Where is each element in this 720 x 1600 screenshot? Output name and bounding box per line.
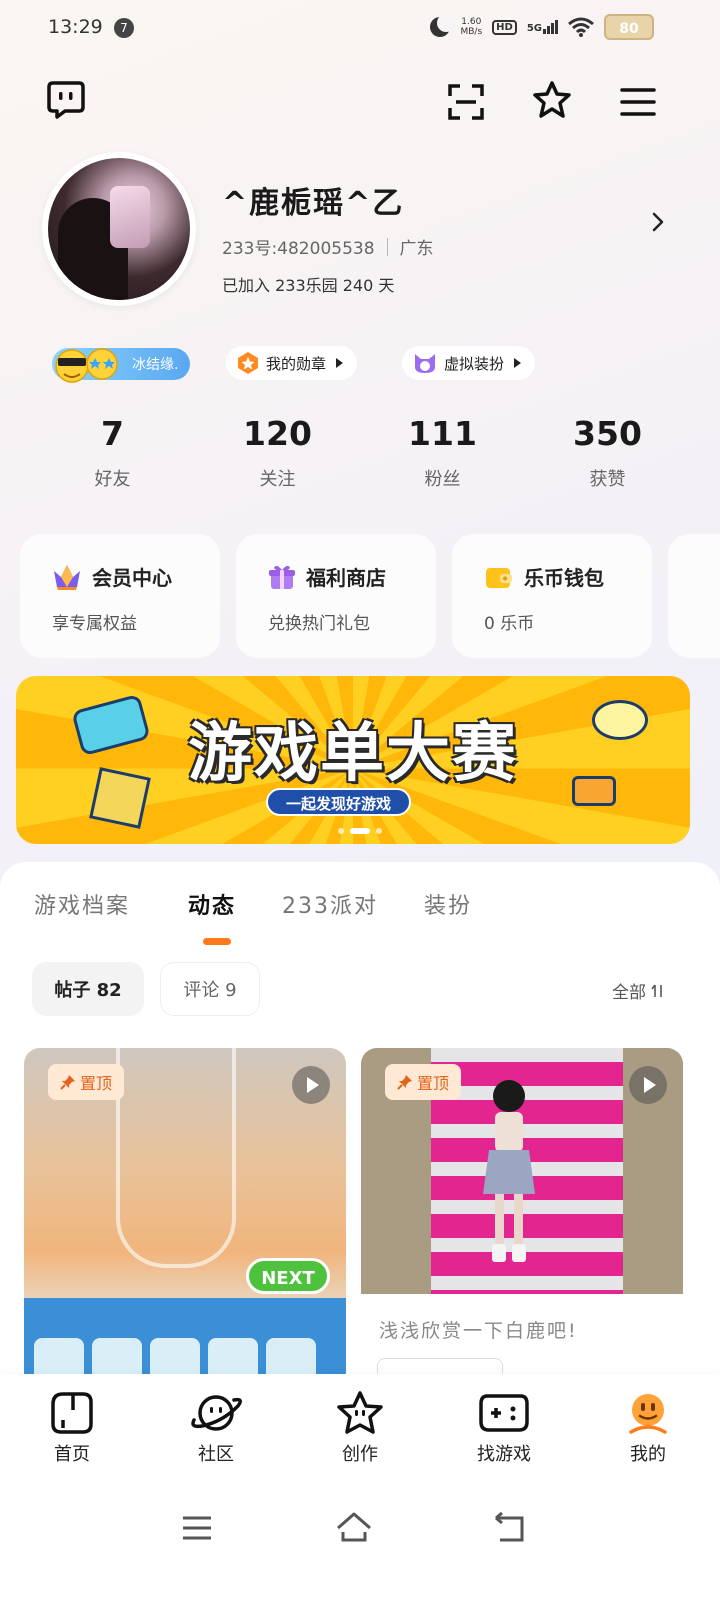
recents-menu-icon[interactable] <box>180 1514 214 1542</box>
cat-outfit-icon <box>415 354 435 373</box>
badge-medal-icon <box>238 352 258 374</box>
status-time: 13:29 <box>48 16 103 38</box>
avatar-image <box>48 158 190 300</box>
net-speed: 1.60 MB/s <box>460 17 483 37</box>
star-icon <box>337 1391 383 1434</box>
filter-posts[interactable]: 帖子 82 <box>32 962 144 1016</box>
stat-likes[interactable]: 350 获赞 <box>525 414 690 491</box>
bottom-nav: 首页 社区 创作 找游戏 我的 <box>0 1374 720 1492</box>
nav-mine[interactable]: 我的 <box>576 1374 720 1492</box>
play-video-icon[interactable] <box>629 1066 667 1104</box>
avatar[interactable] <box>42 152 196 306</box>
pinned-badge: 置顶 <box>385 1064 462 1100</box>
stat-friends[interactable]: 7 好友 <box>30 414 195 491</box>
stat-following[interactable]: 120 关注 <box>195 414 360 491</box>
profile-icon <box>629 1394 667 1434</box>
filter-comments[interactable]: 评论 9 <box>160 962 260 1016</box>
tab-activity[interactable]: 动态 <box>188 888 236 920</box>
active-tab-indicator <box>203 938 231 945</box>
character-figure <box>483 1080 535 1262</box>
home-icon <box>51 1392 93 1434</box>
promo-banner[interactable]: 游戏单大赛 一起发现好游戏 <box>16 676 690 844</box>
battery-indicator: 80 <box>604 14 654 40</box>
scan-icon[interactable] <box>444 80 488 124</box>
nav-create[interactable]: 创作 <box>288 1374 432 1492</box>
nav-find-games[interactable]: 找游戏 <box>432 1374 576 1492</box>
pinned-badge: 置顶 <box>48 1064 125 1100</box>
nav-home[interactable]: 首页 <box>0 1374 144 1492</box>
status-bar: 13:29 7 1.60 MB/s HD 5G 80 <box>0 0 720 56</box>
pin-icon <box>397 1075 412 1090</box>
pin-icon <box>60 1075 75 1090</box>
stat-fans[interactable]: 111 粉丝 <box>360 414 525 491</box>
stats-row: 7 好友 120 关注 111 粉丝 350 获赞 <box>30 414 690 491</box>
tab-outfit[interactable]: 装扮 <box>424 888 472 920</box>
menu-icon[interactable] <box>616 80 660 124</box>
tab-233-party[interactable]: 233派对 <box>282 888 378 920</box>
gamepad-icon <box>479 1394 529 1432</box>
user-region: 广东 <box>399 239 434 259</box>
favorites-star-icon[interactable] <box>530 78 574 122</box>
joined-days: 已加入 233乐园 240 天 <box>222 276 395 295</box>
post-thumbnail: 置顶 <box>361 1048 683 1294</box>
home-button-icon[interactable] <box>334 1510 374 1544</box>
wifi-icon <box>568 17 594 37</box>
user-id: 233号:482005538 <box>222 239 375 259</box>
back-icon[interactable] <box>492 1512 528 1544</box>
sort-all-dropdown[interactable]: 全部 <box>612 978 666 1003</box>
do-not-disturb-icon <box>430 14 456 37</box>
member-center-card[interactable]: 会员中心 享专属权益 <box>20 534 220 658</box>
signal-icon: 5G <box>527 20 558 34</box>
more-card-partial[interactable] <box>668 534 720 658</box>
my-badges-chip[interactable]: 我的勋章 <box>226 346 358 380</box>
gift-icon <box>269 565 295 589</box>
post-text: 浅浅欣赏一下白鹿吧! <box>379 1320 578 1342</box>
system-nav-bar <box>0 1492 720 1600</box>
emoji-sunglasses-icon <box>55 348 118 383</box>
coin-wallet-card[interactable]: 乐币钱包 0 乐币 <box>452 534 652 658</box>
chevron-right-icon[interactable] <box>646 210 670 234</box>
guild-name: 冰结缘. <box>132 357 179 373</box>
notification-count-badge: 7 <box>114 18 134 38</box>
planet-icon <box>191 1395 242 1431</box>
messages-icon[interactable] <box>44 78 88 122</box>
wallet-icon <box>486 567 512 588</box>
welfare-store-card[interactable]: 福利商店 兑换热门礼包 <box>236 534 436 658</box>
banner-subtitle: 一起发现好游戏 <box>266 788 412 816</box>
play-arrow-icon <box>336 358 344 368</box>
virtual-outfit-chip[interactable]: 虚拟装扮 <box>402 346 536 380</box>
banner-pagination <box>338 828 382 834</box>
user-id-row: 233号:482005538 广东 <box>222 234 434 259</box>
glass-thumbnail-shape <box>116 1048 236 1268</box>
feed-card-post[interactable]: 置顶 浅浅欣赏一下白鹿吧! <box>361 1048 683 1388</box>
tab-game-archive[interactable]: 游戏档案 <box>34 888 130 920</box>
nav-community[interactable]: 社区 <box>144 1374 288 1492</box>
sort-icon <box>651 984 662 997</box>
next-overlay-label: NEXT <box>246 1258 330 1294</box>
crown-icon <box>54 564 80 590</box>
feed-card-video[interactable]: 置顶 NEXT <box>24 1048 346 1388</box>
play-video-icon[interactable] <box>292 1066 330 1104</box>
banner-title: 游戏单大赛 <box>188 717 518 791</box>
username: ^鹿栀瑶^乙 <box>222 186 405 221</box>
play-arrow-icon <box>514 358 522 368</box>
hd-icon: HD <box>492 19 517 35</box>
status-icons: 1.60 MB/s HD 5G 80 <box>430 14 654 40</box>
